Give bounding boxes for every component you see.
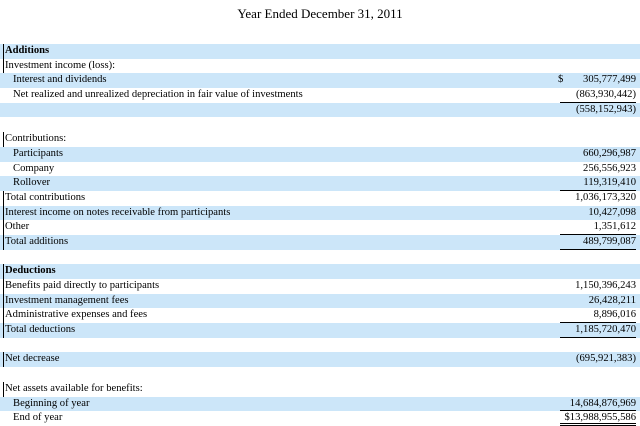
table-row: Interest and dividends $305,777,499 (0, 73, 640, 89)
row-amount: (695,921,383) (575, 353, 636, 365)
row-label: Total deductions (3, 323, 75, 338)
row-label: Total contributions (3, 190, 85, 206)
table-row: Participants 660,296,987 (0, 146, 640, 162)
table-row: Benefits paid directly to participants 1,… (0, 279, 640, 294)
row-label: Investment management fees (3, 293, 129, 309)
table-row: Investment income (loss): (0, 58, 640, 74)
row-label: Interest income on notes receivable from… (3, 205, 230, 221)
row-amount: 305,777,499 (583, 74, 636, 86)
table-row: Net decrease (695,921,383) (0, 352, 640, 368)
table-row: Deductions (0, 264, 640, 280)
table-row: Other 1,351,612 (0, 220, 640, 235)
row-label: Benefits paid directly to participants (3, 279, 159, 294)
row-amount: (558,152,943) (575, 103, 636, 115)
row-amount: 660,296,987 (583, 147, 636, 159)
table-row: Net realized and unrealized depreciation… (0, 88, 640, 103)
table-row: Investment management fees 26,428,211 (0, 293, 640, 309)
row-label: Participants (13, 147, 64, 159)
spacer-row (0, 250, 640, 265)
row-amount: 1,185,720,470 (560, 323, 636, 338)
row-label: Net decrease (3, 352, 59, 368)
row-label: End of year (13, 412, 63, 424)
table-row: Total contributions 1,036,173,320 (0, 190, 640, 206)
row-amount: (863,930,442) (560, 88, 636, 103)
table-row: Beginning of year 14,684,876,969 (0, 396, 640, 412)
table-row: Rollover 119,319,410 (0, 176, 640, 191)
row-amount: 489,799,087 (560, 235, 636, 250)
row-label: Total additions (3, 234, 68, 250)
row-label: Company (13, 162, 55, 174)
row-amount: 119,319,410 (560, 176, 636, 191)
table-row: End of year $13,988,955,586 (0, 411, 640, 426)
table-row: Net assets available for benefits: (0, 381, 640, 397)
spacer-row (0, 338, 640, 353)
row-label: Contributions: (3, 132, 66, 147)
row-label: Investment income (loss): (3, 58, 115, 74)
row-amount: 1,351,612 (560, 220, 636, 235)
row-label: Rollover (13, 177, 51, 189)
row-amount: 1,036,173,320 (575, 191, 636, 203)
spacer-row (0, 367, 640, 382)
row-amount: 1,150,396,243 (575, 280, 636, 291)
table-row: (558,152,943) (0, 102, 640, 118)
statement-period-title: Year Ended December 31, 2011 (237, 6, 403, 21)
row-label: Administrative expenses and fees (3, 308, 147, 324)
table-row: Additions (0, 44, 640, 59)
spacer-row (0, 117, 640, 132)
row-amount: 256,556,923 (583, 162, 636, 174)
row-label: Net realized and unrealized depreciation… (13, 89, 303, 101)
row-label: Deductions (3, 264, 56, 280)
row-amount: 26,428,211 (588, 294, 636, 306)
row-amount: $13,988,955,586 (560, 411, 636, 426)
row-label: Beginning of year (13, 397, 90, 409)
row-label: Additions (3, 44, 49, 59)
financial-statement-table: Additions Investment income (loss): Intere… (0, 44, 640, 426)
table-row: Company 256,556,923 (0, 162, 640, 177)
table-row: Administrative expenses and fees 8,896,01… (0, 308, 640, 324)
row-amount: 8,896,016 (560, 308, 636, 324)
row-label: Interest and dividends (13, 74, 107, 86)
table-row: Interest income on notes receivable from… (0, 205, 640, 221)
row-label: Net assets available for benefits: (3, 381, 143, 397)
table-row: Total additions 489,799,087 (0, 234, 640, 250)
table-row: Contributions: (0, 132, 640, 147)
row-amount: 10,427,098 (588, 206, 636, 218)
row-label: Other (3, 220, 29, 235)
row-amount: 14,684,876,969 (560, 397, 636, 412)
table-row: Total deductions 1,185,720,470 (0, 323, 640, 338)
